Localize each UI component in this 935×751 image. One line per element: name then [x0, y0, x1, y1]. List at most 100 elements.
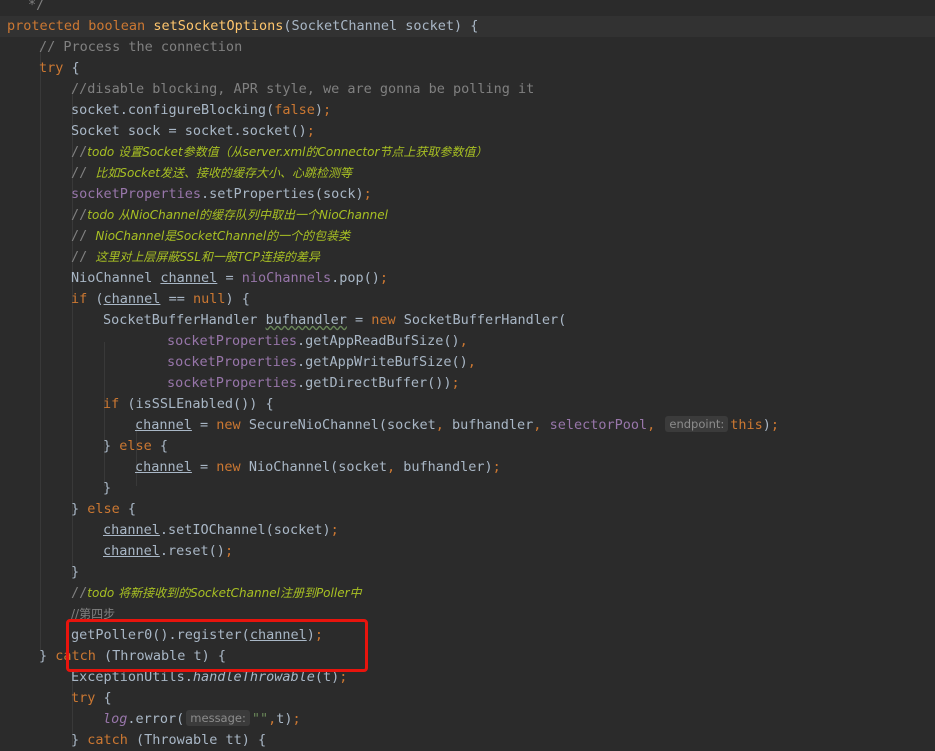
code-line[interactable]: } else { [0, 499, 935, 520]
code-token: protected boolean [7, 18, 154, 34]
code-token: ; [306, 123, 315, 139]
code-token: } [103, 480, 112, 496]
code-token: todo 设置Socket参数值（从server.xml的Connector节点… [87, 145, 488, 159]
code-token: = [191, 417, 217, 433]
code-line[interactable]: socketProperties.setProperties(sock); [0, 184, 935, 205]
code-line[interactable]: NioChannel channel = nioChannels.pop(); [0, 268, 935, 289]
code-token: todo 将新接收到的SocketChannel注册到Poller中 [87, 586, 362, 600]
code-line[interactable]: // NioChannel是SocketChannel的一个的包装类 [0, 226, 935, 247]
code-token: nioChannels [241, 270, 332, 286]
code-line[interactable]: } else { [0, 436, 935, 457]
code-token: new [371, 312, 404, 328]
code-line[interactable]: // Process the connection [0, 37, 935, 58]
code-line[interactable]: if (channel == null) { [0, 289, 935, 310]
code-token: , [459, 333, 468, 349]
code-token: ; [770, 417, 780, 433]
code-line[interactable]: try { [0, 688, 935, 709]
code-token: else [87, 501, 128, 517]
code-token: = [191, 459, 217, 475]
code-token: , [533, 417, 550, 433]
code-line[interactable]: //todo 设置Socket参数值（从server.xml的Connector… [0, 142, 935, 163]
code-token: .setProperties(sock) [201, 186, 364, 202]
code-line[interactable]: } [0, 562, 935, 583]
code-line[interactable]: channel.setIOChannel(socket); [0, 520, 935, 541]
code-token: = [346, 312, 372, 328]
code-token: ; [322, 102, 332, 118]
code-line[interactable]: socketProperties.getDirectBuffer()); [0, 373, 935, 394]
code-line[interactable]: */ [0, 0, 935, 16]
code-token: .getDirectBuffer()) [297, 375, 452, 391]
code-line[interactable]: // 比如Socket发送、接收的缓存大小、心跳检测等 [0, 163, 935, 184]
code-token: new [216, 417, 249, 433]
code-token: ) [762, 417, 771, 433]
code-token: , [386, 459, 404, 475]
code-token: // [71, 249, 96, 265]
code-line[interactable]: if (isSSLEnabled()) { [0, 394, 935, 415]
code-token: .getAppWriteBufSize() [297, 354, 468, 370]
code-token: 比如Socket发送、接收的缓存大小、心跳检测等 [95, 166, 352, 180]
code-token: SocketBufferHandler( [403, 312, 567, 328]
code-token: socketProperties [167, 375, 298, 391]
code-line[interactable]: Socket sock = socket.socket(); [0, 121, 935, 142]
code-line[interactable]: protected boolean setSocketOptions(Socke… [0, 16, 935, 37]
code-line[interactable]: //todo 将新接收到的SocketChannel注册到Poller中 [0, 583, 935, 604]
code-line[interactable]: //todo 从NioChannel的缓存队列中取出一个NioChannel [0, 205, 935, 226]
code-token: .setIOChannel(socket) [159, 522, 331, 538]
code-token: channel [160, 270, 218, 286]
code-line[interactable]: channel = new NioChannel(socket, bufhand… [0, 457, 935, 478]
code-token: .pop() [331, 270, 380, 286]
code-token: ; [330, 522, 339, 538]
code-line[interactable]: // 这里对上层屏蔽SSL和一般TCP连接的差异 [0, 247, 935, 268]
code-token: todo 从NioChannel的缓存队列中取出一个NioChannel [87, 208, 388, 222]
code-token: Socket sock = socket.socket() [71, 123, 307, 139]
code-token: if [103, 396, 128, 412]
code-line[interactable]: //disable blocking, APR style, we are go… [0, 79, 935, 100]
code-token: (SocketChannel socket) { [283, 18, 479, 34]
code-line[interactable]: } [0, 478, 935, 499]
code-token: { [159, 438, 169, 454]
code-token: socket.configureBlocking( [71, 102, 275, 118]
code-token: if [71, 291, 96, 307]
code-token: "" [251, 711, 269, 727]
code-token: // [71, 228, 96, 244]
code-token: ; [292, 711, 301, 727]
code-token: = [217, 270, 242, 286]
code-token: channel [103, 291, 161, 307]
code-token: ) { [225, 291, 250, 307]
code-token: 这里对上层屏蔽SSL和一般TCP连接的差异 [95, 250, 320, 264]
code-token: socketProperties [71, 186, 202, 202]
code-token: } [71, 501, 88, 517]
code-token: , [467, 354, 476, 370]
code-token: channel [135, 459, 192, 475]
code-token: NioChannel [71, 270, 161, 286]
code-token: selectorPool [549, 417, 648, 433]
code-line[interactable]: socketProperties.getAppWriteBufSize(), [0, 352, 935, 373]
code-token: SecureNioChannel(socket [248, 417, 436, 433]
code-token: bufhandler) [403, 459, 493, 475]
code-token: ; [379, 270, 389, 286]
code-token: socketProperties [167, 354, 298, 370]
annotation-highlight-box [66, 619, 368, 672]
code-line[interactable]: } catch (Throwable tt) { [0, 730, 935, 751]
code-token: // [71, 165, 96, 181]
code-token: try [71, 690, 104, 706]
code-token: else [119, 438, 160, 454]
code-token: // [71, 585, 88, 601]
code-token: == [160, 291, 193, 307]
code-token: bufhandler [265, 312, 347, 328]
code-line[interactable]: socketProperties.getAppReadBufSize(), [0, 331, 935, 352]
code-line[interactable]: socket.configureBlocking(false); [0, 100, 935, 121]
code-line[interactable]: channel = new SecureNioChannel(socket, b… [0, 415, 935, 436]
parameter-hint: endpoint: [665, 416, 729, 432]
code-line[interactable]: try { [0, 58, 935, 79]
code-line[interactable]: log.error(message: "",t); [0, 709, 935, 730]
code-token: , [435, 417, 453, 433]
code-line[interactable]: SocketBufferHandler bufhandler = new Soc… [0, 310, 935, 331]
code-token: { [71, 60, 80, 76]
code-token: .error( [127, 711, 185, 727]
code-token: new [216, 459, 249, 475]
code-line[interactable]: channel.reset(); [0, 541, 935, 562]
code-token: ( [95, 291, 104, 307]
code-token: setSocketOptions [153, 18, 284, 34]
code-token: //disable blocking, APR style, we are go… [71, 81, 535, 97]
